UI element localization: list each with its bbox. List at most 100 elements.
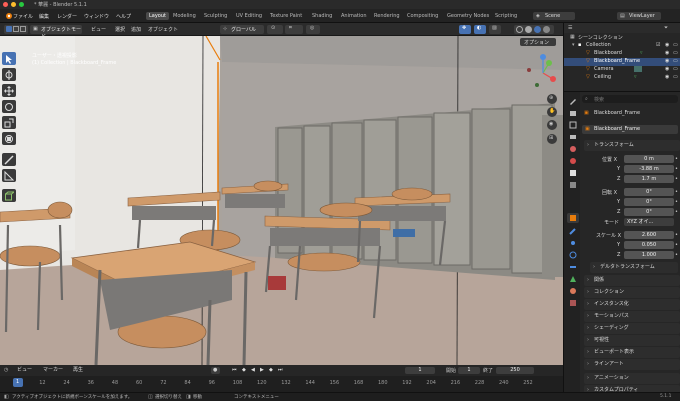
scale-tool[interactable] <box>2 116 16 129</box>
keyframe-dot-icon[interactable]: • <box>675 156 678 162</box>
close-window-button[interactable] <box>3 2 8 7</box>
menu-edit[interactable]: 編集 <box>39 13 49 20</box>
filter-icon[interactable]: ⏷ <box>664 25 668 31</box>
workspace-tab-scripting[interactable]: Scripting <box>492 12 520 20</box>
record-keyframe-button[interactable]: ● <box>211 367 220 374</box>
material-tab-icon[interactable] <box>567 286 579 296</box>
workspace-tab-animation[interactable]: Animation <box>338 12 370 20</box>
menu-object[interactable]: オブジェクト <box>145 25 181 34</box>
zoom-window-button[interactable] <box>19 2 24 7</box>
camera-view-icon[interactable]: ◉ <box>547 120 557 130</box>
object-name-field[interactable]: ▣ Blackboard_Frame <box>582 125 678 134</box>
keyframe-dot-icon[interactable]: • <box>675 232 678 238</box>
visibility-eye-icon[interactable]: ◉ <box>665 42 669 48</box>
play-icon[interactable]: ▶ <box>260 367 264 373</box>
visibility-eye-icon[interactable]: ◉ <box>665 74 669 80</box>
pivot-dropdown[interactable]: ⊙ <box>267 25 283 34</box>
rendered-shading-icon[interactable] <box>543 26 550 33</box>
add-cube-tool[interactable] <box>2 189 16 202</box>
mode-dropdown[interactable]: ▣ オブジェクトモード <box>30 25 82 40</box>
menu-select[interactable]: 選択 <box>112 25 128 34</box>
workspace-tab-geometry-nodes[interactable]: Geometry Nodes <box>444 12 492 20</box>
visibility-eye-icon[interactable]: ◉ <box>665 58 669 64</box>
instancing-panel-header[interactable]: インスタンス化 <box>584 299 680 310</box>
outliner-row-blackboard[interactable]: ▽ Blackboard ▿ ◉ ▭ <box>564 50 680 58</box>
shading-panel-header[interactable]: シェーディング <box>584 323 680 334</box>
viewport-options-button[interactable]: オプション <box>520 38 556 46</box>
workspace-tab-rendering[interactable]: Rendering <box>371 12 403 20</box>
outliner-row-ceiling[interactable]: ▽ Ceiling ▿ ◉ ▭ <box>564 74 680 82</box>
menu-render[interactable]: レンダー <box>57 13 77 20</box>
timeline-menu-view[interactable]: ビュー <box>14 365 35 374</box>
relations-panel-header[interactable]: 関係 <box>584 275 680 286</box>
gizmo-z-axis[interactable] <box>540 54 546 60</box>
prev-keyframe-icon[interactable]: ◆ <box>242 367 246 373</box>
menu-window[interactable]: ウィンドウ <box>84 13 109 20</box>
location-z-field[interactable]: 1.7 m <box>624 175 674 183</box>
material-shading-icon[interactable] <box>534 26 541 33</box>
workspace-tab-texture-paint[interactable]: Texture Paint <box>267 12 305 20</box>
gizmo-toggle[interactable]: ✥ <box>459 25 471 34</box>
render-camera-icon[interactable]: ▭ <box>673 66 678 72</box>
output-tab-icon[interactable] <box>567 120 579 130</box>
object-data-tab-icon[interactable] <box>567 274 579 284</box>
checkbox-icon[interactable]: ☑ <box>656 42 660 48</box>
menu-view[interactable]: ビュー <box>88 25 109 34</box>
properties-search[interactable]: ⌕ 検索 <box>582 95 678 103</box>
annotate-tool[interactable] <box>2 153 16 166</box>
view-layer-selector[interactable]: ▤ ViewLayer <box>617 12 661 20</box>
solid-shading-icon[interactable] <box>525 26 532 33</box>
outliner-row-collection[interactable]: ▾ ▪ Collection ☑ ◉ ▭ <box>564 42 680 50</box>
move-tool[interactable] <box>2 84 16 97</box>
current-frame-field[interactable]: 1 <box>405 367 435 374</box>
3d-viewport[interactable]: ユーザー・透視投影 (1) Collection | Blackboard_Fr… <box>0 36 563 365</box>
workspace-tab-sculpting[interactable]: Sculpting <box>201 12 230 20</box>
menu-add[interactable]: 追加 <box>128 25 144 34</box>
perspective-toggle-icon[interactable]: ⊞ <box>547 134 557 144</box>
snap-dropdown[interactable]: ⌗ <box>285 25 303 34</box>
minimize-window-button[interactable] <box>11 2 16 7</box>
visibility-eye-icon[interactable]: ◉ <box>665 66 669 72</box>
animation-panel-header[interactable]: アニメーション <box>584 373 680 384</box>
select-extend-icon[interactable] <box>13 26 19 32</box>
next-keyframe-icon[interactable]: ◆ <box>269 367 273 373</box>
texture-tab-icon[interactable] <box>567 180 579 190</box>
proportional-edit-toggle[interactable]: ◎ <box>306 25 320 34</box>
measure-tool[interactable] <box>2 169 16 182</box>
zoom-view-icon[interactable]: ⊕ <box>547 94 557 104</box>
select-mode-buttons[interactable] <box>4 25 28 34</box>
timeline-menu-playback[interactable]: 再生 <box>70 365 86 374</box>
render-camera-icon[interactable]: ▭ <box>673 58 678 64</box>
constraints-tab-icon[interactable] <box>567 262 579 272</box>
keyframe-dot-icon[interactable]: • <box>675 199 678 205</box>
rotate-tool[interactable] <box>2 100 16 113</box>
visibility-panel-header[interactable]: 可視性 <box>584 335 680 346</box>
keyframe-dot-icon[interactable]: • <box>675 176 678 182</box>
expand-icon[interactable]: ▾ <box>572 42 575 48</box>
select-subtract-icon[interactable] <box>20 26 26 32</box>
scale-y-field[interactable]: 0.050 <box>624 241 674 249</box>
particles-tab-icon[interactable] <box>567 238 579 248</box>
overlay-toggle[interactable]: ◐ <box>474 25 486 34</box>
rotation-y-field[interactable]: 0° <box>624 198 674 206</box>
rotation-z-field[interactable]: 0° <box>624 208 674 216</box>
rotation-mode-dropdown[interactable]: XYZ オイ... <box>624 218 674 226</box>
visibility-eye-icon[interactable]: ◉ <box>665 50 669 56</box>
workspace-tab-layout[interactable]: Layout <box>146 12 169 20</box>
workspace-tab-compositing[interactable]: Compositing <box>404 12 441 20</box>
tool-tab-icon[interactable] <box>567 96 579 106</box>
play-reverse-icon[interactable]: ◀ <box>251 367 255 373</box>
physics-tab-icon[interactable] <box>567 250 579 260</box>
location-x-field[interactable]: 0 m <box>624 155 674 163</box>
delta-transform-header[interactable]: デルタトランスフォーム <box>590 262 678 273</box>
cursor-tool[interactable] <box>2 68 16 81</box>
outliner-row-camera[interactable]: ▽ Camera ◉ ▭ <box>564 66 680 74</box>
gizmo-x-axis[interactable] <box>550 76 556 82</box>
render-camera-icon[interactable]: ▭ <box>673 42 678 48</box>
keyframe-dot-icon[interactable]: • <box>675 166 678 172</box>
transform-orientation-dropdown[interactable]: ⊹ グローバル <box>220 25 264 34</box>
world-tab-icon[interactable] <box>567 156 579 166</box>
menu-file[interactable]: ファイル <box>13 13 33 20</box>
jump-end-icon[interactable]: ⏭ <box>278 367 283 373</box>
gizmo-y-axis[interactable] <box>546 60 552 66</box>
